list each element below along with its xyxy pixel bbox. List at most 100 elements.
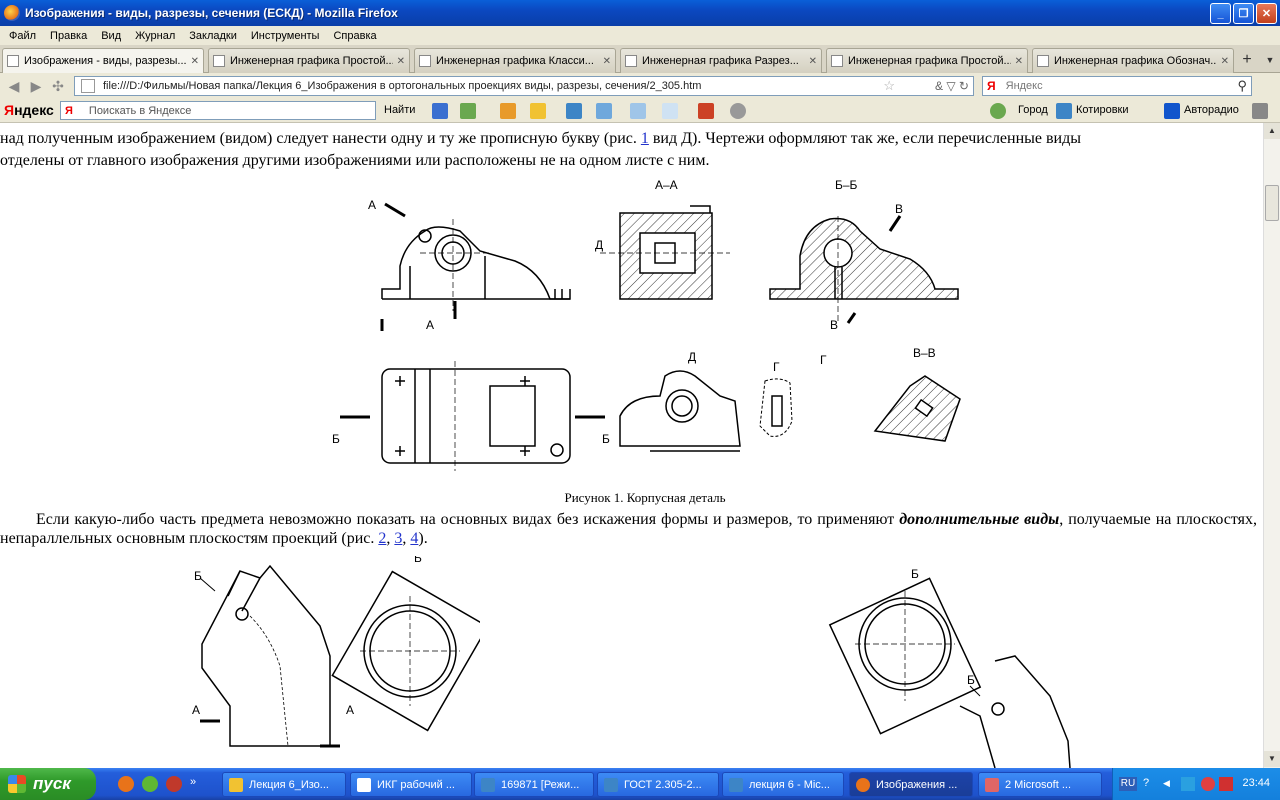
- clock: 23:44: [1242, 777, 1270, 789]
- translate-icon[interactable]: [596, 103, 612, 119]
- yandex-bar-icon[interactable]: [432, 103, 448, 119]
- new-tab-button[interactable]: +: [1236, 49, 1258, 70]
- tab-2[interactable]: Инженерная графика Простой... ✕: [208, 48, 410, 73]
- tab-label: Инженерная графика Разрез...: [642, 55, 799, 67]
- city-button[interactable]: Город: [1018, 104, 1048, 116]
- language-indicator[interactable]: RU: [1119, 777, 1137, 791]
- label-b-b: Б–Б: [835, 178, 858, 192]
- page-icon: [7, 55, 19, 67]
- figure-3-drawing: Б Б: [828, 567, 1071, 768]
- antivirus-icon[interactable]: [1201, 777, 1215, 791]
- tab-3[interactable]: Инженерная графика Класси... ✕: [414, 48, 616, 73]
- task-folder[interactable]: Лекция 6_Изо...: [222, 772, 346, 797]
- task-microsoft-group[interactable]: 2 Microsoft ...: [978, 772, 1102, 797]
- system-tray: RU ? ◀ 23:44: [1112, 768, 1280, 800]
- tab-5[interactable]: Инженерная графика Простой... ✕: [826, 48, 1028, 73]
- reload-icon[interactable]: & ▽ ↻: [935, 79, 969, 93]
- page-content: над полученным изображением (видом) след…: [0, 123, 1263, 768]
- bookmarks-icon[interactable]: [698, 103, 714, 119]
- security-icon[interactable]: [1219, 777, 1233, 791]
- vertical-scrollbar[interactable]: ▲ ▼: [1263, 123, 1280, 768]
- radio-button[interactable]: Авторадио: [1184, 104, 1239, 116]
- task-ikg[interactable]: ИКГ рабочий ...: [350, 772, 472, 797]
- close-tab-icon[interactable]: ✕: [809, 56, 817, 67]
- label-a-a: А–А: [655, 178, 678, 192]
- search-engine-icon[interactable]: Я: [987, 79, 996, 93]
- menu-help[interactable]: Справка: [326, 30, 383, 42]
- page-icon: [81, 79, 95, 93]
- label-b-left: Б: [332, 432, 340, 446]
- tab-label: Инженерная графика Простой...: [230, 55, 393, 67]
- tab-label: Изображения - виды, разрезы...: [24, 55, 187, 67]
- figure-1-drawing: А А А–А Б–Б В В Д Б Б Д Г Г В–В: [332, 178, 961, 471]
- close-tab-icon[interactable]: ✕: [397, 56, 405, 67]
- signal-icon[interactable]: [1252, 103, 1268, 119]
- more-quicklaunch-icon[interactable]: »: [190, 776, 206, 792]
- menu-bookmarks[interactable]: Закладки: [182, 30, 244, 42]
- label-v-2: В: [830, 318, 838, 332]
- network-icon[interactable]: [1181, 777, 1195, 791]
- word-icon: [481, 777, 495, 792]
- task-word-169871[interactable]: 169871 [Режи...: [474, 772, 594, 797]
- tab-1[interactable]: Изображения - виды, разрезы... ✕: [2, 48, 204, 73]
- search-placeholder: Яндекс: [1005, 80, 1043, 92]
- scroll-down-icon[interactable]: ▼: [1264, 751, 1280, 767]
- firefox-quicklaunch-icon[interactable]: [118, 776, 134, 792]
- quotes-button[interactable]: Котировки: [1076, 104, 1129, 116]
- page-icon: [213, 55, 225, 67]
- task-firefox[interactable]: Изображения ...: [849, 772, 973, 797]
- close-button[interactable]: ✕: [1256, 3, 1277, 24]
- yandex-find-button[interactable]: Найти: [384, 104, 415, 116]
- bookmark-star-icon[interactable]: ☆: [883, 78, 895, 94]
- money-icon[interactable]: [500, 103, 516, 119]
- chat-icon[interactable]: [662, 103, 678, 119]
- close-tab-icon[interactable]: ✕: [191, 56, 199, 67]
- menu-file[interactable]: Файл: [2, 30, 43, 42]
- task-word-gost[interactable]: ГОСТ 2.305-2...: [597, 772, 719, 797]
- back-icon[interactable]: ◀: [6, 78, 22, 94]
- tab-4[interactable]: Инженерная графика Разрез... ✕: [620, 48, 822, 73]
- label-v-v: В–В: [913, 346, 936, 360]
- tab-bar: Изображения - виды, разрезы... ✕ Инженер…: [0, 45, 1280, 73]
- figure-2-drawing: Б Б А А: [192, 556, 480, 748]
- tab-6[interactable]: Инженерная графика Обознач... ✕: [1032, 48, 1234, 73]
- close-tab-icon[interactable]: ✕: [1015, 56, 1023, 67]
- tray-expand-icon[interactable]: ◀: [1163, 778, 1170, 789]
- search-icon[interactable]: ⚲: [1237, 78, 1247, 94]
- help-icon[interactable]: ?: [1143, 777, 1149, 789]
- settings-gear-icon[interactable]: [730, 103, 746, 119]
- menu-view[interactable]: Вид: [94, 30, 128, 42]
- menu-tools[interactable]: Инструменты: [244, 30, 327, 42]
- figure-1-link[interactable]: 1: [641, 130, 649, 147]
- label-b-fig2: Б: [194, 569, 202, 583]
- navigation-bar: ◀ ▶ ✣ file:///D:/Фильмы/Новая папка/Лекц…: [0, 73, 1280, 99]
- weather-icon[interactable]: [990, 103, 1006, 119]
- minimize-button[interactable]: _: [1210, 3, 1231, 24]
- mail-icon[interactable]: [460, 103, 476, 119]
- yandex-search-input[interactable]: Я Поискать в Яндексе: [60, 101, 376, 120]
- close-tab-icon[interactable]: ✕: [1221, 56, 1229, 67]
- url-bar[interactable]: file:///D:/Фильмы/Новая папка/Лекция 6_И…: [74, 76, 974, 96]
- menu-history[interactable]: Журнал: [128, 30, 182, 42]
- images-icon[interactable]: [630, 103, 646, 119]
- search-box[interactable]: Я Яндекс ⚲: [982, 76, 1252, 96]
- scroll-up-icon[interactable]: ▲: [1264, 123, 1280, 139]
- word-icon: [729, 777, 743, 792]
- label-g-2: Г: [820, 353, 827, 367]
- radio-icon[interactable]: [1164, 103, 1180, 119]
- favorites-icon[interactable]: [530, 103, 546, 119]
- close-tab-icon[interactable]: ✕: [603, 56, 611, 67]
- task-word-lecture[interactable]: лекция 6 - Mic...: [722, 772, 844, 797]
- scrollbar-thumb[interactable]: [1265, 185, 1279, 221]
- tab-list-icon[interactable]: ▼: [1262, 49, 1278, 70]
- spellcheck-icon[interactable]: [566, 103, 582, 119]
- forward-icon[interactable]: ▶: [28, 78, 44, 94]
- menu-edit[interactable]: Правка: [43, 30, 94, 42]
- start-button[interactable]: пуск: [0, 768, 96, 800]
- quotes-icon[interactable]: [1056, 103, 1072, 119]
- yandex-logo[interactable]: Яндекс: [4, 102, 54, 118]
- history-icon[interactable]: ✣: [50, 78, 66, 94]
- app-quicklaunch-icon[interactable]: [142, 776, 158, 792]
- maximize-button[interactable]: ❐: [1233, 3, 1254, 24]
- opera-quicklaunch-icon[interactable]: [166, 776, 182, 792]
